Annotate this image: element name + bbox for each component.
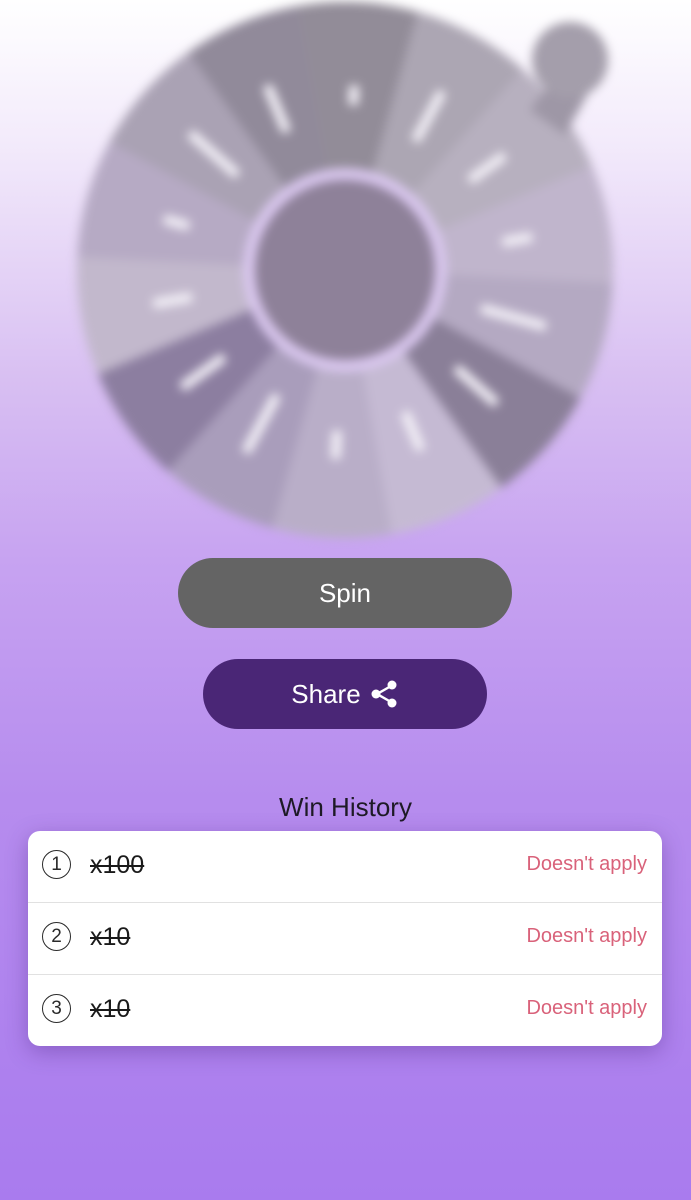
row-number-badge: 1 [42,850,71,879]
spin-button[interactable]: Spin [178,558,512,628]
history-row: 3 x10 Doesn't apply [28,975,662,1046]
status-label: Doesn't apply [526,925,647,947]
spin-button-label: Spin [318,577,372,608]
prize-value: x10 [90,995,131,1023]
share-button[interactable]: Share [203,659,487,729]
wheel-segment-label-blur [330,430,342,460]
prize-value: x100 [90,851,145,879]
win-history-title: Win History [279,792,412,822]
prize-wheel [60,0,640,550]
prize-value: x10 [90,923,131,951]
win-history-list: 1 x100 Doesn't apply 2 x10 Doesn't apply… [28,831,662,1046]
share-icon [369,679,399,709]
status-label: Doesn't apply [526,853,647,875]
status-label: Doesn't apply [526,997,647,1019]
history-row: 1 x100 Doesn't apply [28,831,662,903]
wheel-segment-label-blur [348,85,360,106]
row-number-badge: 3 [42,994,71,1023]
wheel-graphic [77,1,613,538]
history-row: 2 x10 Doesn't apply [28,903,662,975]
row-number-badge: 2 [42,922,71,951]
share-button-label: Share [291,678,361,709]
